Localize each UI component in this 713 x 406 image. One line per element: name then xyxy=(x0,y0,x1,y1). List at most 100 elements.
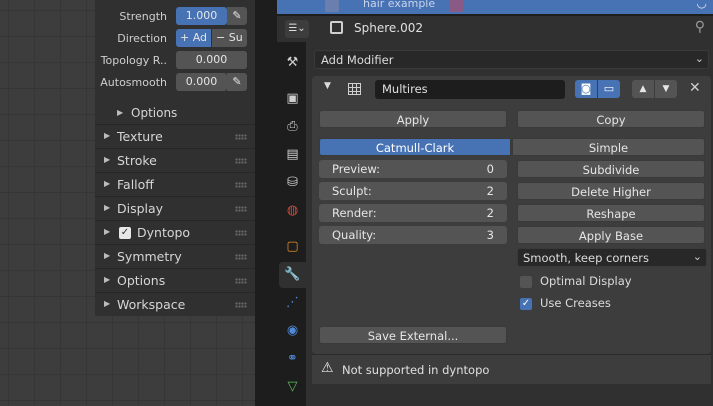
expand-triangle-icon: ▶ xyxy=(104,179,111,188)
panel-stroke-label: Stroke xyxy=(117,153,157,168)
tab-scene-icon[interactable]: ⛁ xyxy=(279,170,306,196)
subdivide-button[interactable]: Subdivide xyxy=(517,160,705,178)
uv-smooth-label: Smooth, keep corners xyxy=(523,251,650,265)
expand-triangle-icon: ▶ xyxy=(104,155,111,164)
autosmooth-pen-icon[interactable]: ✎ xyxy=(227,73,247,91)
use-creases-checkbox[interactable]: ✓ xyxy=(520,298,532,310)
panel-texture-label: Texture xyxy=(117,129,163,144)
expand-triangle-icon: ▶ xyxy=(104,131,111,140)
options-subpanel-label: Options xyxy=(131,106,178,120)
pin-icon[interactable]: ⚲ xyxy=(695,19,705,35)
tab-particles-icon[interactable]: ⋰ xyxy=(279,290,306,316)
panel-workspace-label: Workspace xyxy=(117,297,186,312)
modifier-name-field[interactable]: Multires xyxy=(375,80,565,99)
optimal-display-label: Optimal Display xyxy=(540,274,632,288)
properties-tab-bar: ⚒ ▣ ⎙ ▤ ⛁ ◍ ▢ 🔧 ⋰ ◉ ⚭ ▽ xyxy=(277,42,306,406)
multires-modifier-icon xyxy=(348,83,361,95)
visibility-eye-icon[interactable]: ◡ xyxy=(697,0,707,10)
tab-view-layer-icon[interactable]: ▤ xyxy=(279,142,306,168)
panel-texture[interactable]: ▶ Texture xyxy=(95,124,255,148)
editor-type-dropdown[interactable]: ☰⌄ xyxy=(285,20,309,38)
tab-data-icon[interactable]: ▽ xyxy=(279,374,306,400)
drag-grip-icon[interactable] xyxy=(235,302,247,308)
delete-higher-button[interactable]: Delete Higher xyxy=(517,182,705,200)
expand-triangle-icon: ▶ xyxy=(104,203,111,212)
object-name: Sphere.002 xyxy=(354,21,423,35)
save-external-button[interactable]: Save External... xyxy=(319,326,507,344)
tab-world-icon[interactable]: ◍ xyxy=(279,198,306,224)
collapse-triangle-icon[interactable]: ▼ xyxy=(324,81,331,91)
tab-constraints-icon[interactable]: ⚭ xyxy=(279,346,306,372)
direction-label: Direction xyxy=(117,32,167,45)
panel-display[interactable]: ▶ Display xyxy=(95,196,255,220)
drag-grip-icon[interactable] xyxy=(235,278,247,284)
add-modifier-label: Add Modifier xyxy=(321,53,394,67)
direction-subtract-button[interactable]: − Su xyxy=(212,29,247,47)
panel-workspace[interactable]: ▶ Workspace xyxy=(95,292,255,316)
particle-icon xyxy=(449,0,463,12)
optimal-display-checkbox[interactable] xyxy=(520,276,532,288)
chevron-down-icon: ⌄ xyxy=(692,250,702,263)
hair-icon xyxy=(325,0,339,12)
drag-grip-icon[interactable] xyxy=(235,134,247,140)
drag-grip-icon[interactable] xyxy=(235,182,247,188)
panel-falloff-label: Falloff xyxy=(117,177,154,192)
strength-label: Strength xyxy=(119,10,167,23)
area-separator[interactable] xyxy=(255,0,277,406)
apply-button[interactable]: Apply xyxy=(319,110,507,128)
drag-grip-icon[interactable] xyxy=(235,230,247,236)
tab-object-icon[interactable]: ▢ xyxy=(279,234,306,260)
tab-render-icon[interactable]: ▣ xyxy=(279,86,306,112)
panel-display-label: Display xyxy=(117,201,164,216)
render-camera-icon[interactable]: ◙ xyxy=(575,80,597,98)
render-levels-field[interactable]: Render: 2 xyxy=(319,204,507,222)
panel-dyntopo[interactable]: ▶ ✓ Dyntopo xyxy=(95,220,255,244)
apply-base-button[interactable]: Apply Base xyxy=(517,226,705,244)
render-value: 2 xyxy=(486,206,494,220)
topology-row: Topology R.. 0.000 xyxy=(95,51,255,71)
panel-options[interactable]: ▶ Options xyxy=(95,268,255,292)
expand-triangle-icon: ▶ xyxy=(104,299,111,308)
expand-triangle-icon: ▶ xyxy=(104,275,111,284)
catmull-clark-button[interactable]: Catmull-Clark xyxy=(319,138,511,156)
panel-falloff[interactable]: ▶ Falloff xyxy=(95,172,255,196)
simple-button[interactable]: Simple xyxy=(512,138,705,156)
tab-modifier-wrench-icon[interactable]: 🔧 xyxy=(279,262,306,288)
panel-symmetry[interactable]: ▶ Symmetry xyxy=(95,244,255,268)
panel-options-label: Options xyxy=(117,273,166,288)
warning-text: Not supported in dyntopo xyxy=(342,363,490,377)
tab-output-icon[interactable]: ⎙ xyxy=(279,114,306,140)
drag-grip-icon[interactable] xyxy=(235,254,247,260)
move-down-icon[interactable]: ▼ xyxy=(655,80,677,98)
topology-label: Topology R.. xyxy=(100,54,167,67)
autosmooth-label: Autosmooth xyxy=(100,76,167,89)
expand-triangle-icon: ▶ xyxy=(104,227,111,236)
reshape-button[interactable]: Reshape xyxy=(517,204,705,222)
sculpt-levels-field[interactable]: Sculpt: 2 xyxy=(319,182,507,200)
panel-stroke[interactable]: ▶ Stroke xyxy=(95,148,255,172)
options-subpanel-header[interactable]: ▶ Options xyxy=(95,102,255,124)
preview-levels-field[interactable]: Preview: 0 xyxy=(319,160,507,178)
properties-header: ☰⌄ Sphere.002 ⚲ xyxy=(277,16,713,42)
pressure-pen-icon[interactable]: ✎ xyxy=(227,7,247,25)
direction-add-button[interactable]: + Ad xyxy=(176,29,211,47)
close-icon[interactable]: ✕ xyxy=(689,80,701,96)
uv-smooth-dropdown[interactable]: Smooth, keep corners ⌄ xyxy=(517,248,707,267)
tab-tool-icon[interactable]: ⚒ xyxy=(279,50,306,76)
move-up-icon[interactable]: ▲ xyxy=(632,80,654,98)
chevron-down-icon: ⌄ xyxy=(694,52,704,65)
panel-dyntopo-label: Dyntopo xyxy=(137,225,191,240)
dyntopo-checkbox[interactable]: ✓ xyxy=(119,227,131,239)
outliner-selected-row[interactable]: hair example ◡ xyxy=(277,0,713,14)
drag-grip-icon[interactable] xyxy=(235,206,247,212)
topology-field[interactable]: 0.000 xyxy=(176,51,247,69)
viewport-display-icon[interactable]: ▭ xyxy=(598,80,620,98)
autosmooth-row: Autosmooth 0.000 ✎ xyxy=(95,73,255,93)
add-modifier-dropdown[interactable]: Add Modifier ⌄ xyxy=(314,50,709,69)
autosmooth-field[interactable]: 0.000 xyxy=(176,73,227,91)
copy-button[interactable]: Copy xyxy=(517,110,705,128)
drag-grip-icon[interactable] xyxy=(235,158,247,164)
strength-field[interactable]: 1.000 xyxy=(176,7,227,25)
tab-physics-icon[interactable]: ◉ xyxy=(279,318,306,344)
quality-field[interactable]: Quality: 3 xyxy=(319,226,507,244)
